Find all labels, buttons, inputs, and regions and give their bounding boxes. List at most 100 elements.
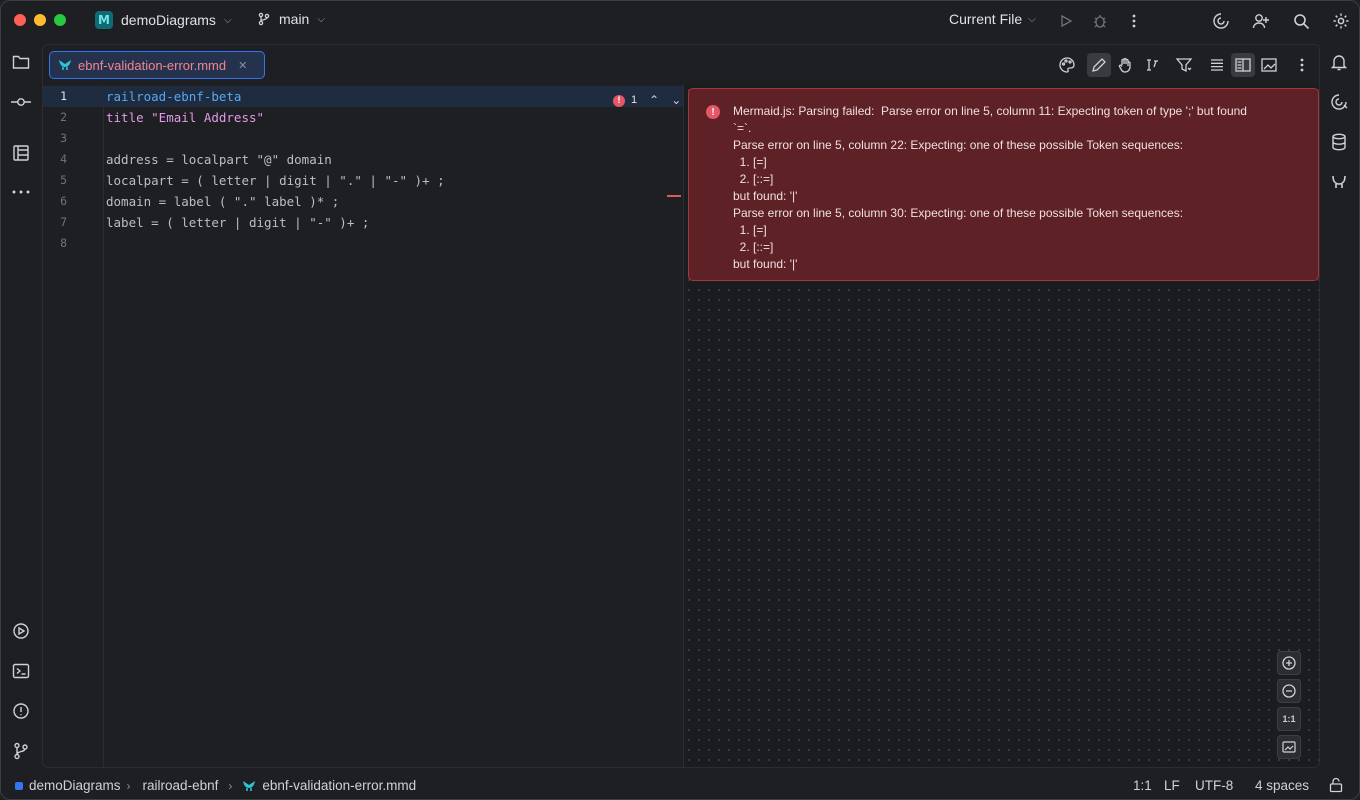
ide-window: M demoDiagrams ⌵ main ⌵ Current File ⌵ e…	[0, 0, 1360, 800]
tab-ebnf-validation-error[interactable]: ebnf-validation-error.mmd ✕	[49, 51, 265, 79]
fit-screen-icon	[1282, 741, 1296, 753]
breadcrumb-folder[interactable]: railroad-ebnf	[143, 778, 219, 793]
error-line: Parse error on line 5, column 30: Expect…	[733, 206, 1184, 220]
left-tool-strip	[1, 41, 41, 771]
debug-icon[interactable]	[1088, 9, 1112, 33]
project-selector[interactable]: M demoDiagrams ⌵	[95, 11, 232, 29]
project-module-icon	[15, 781, 23, 790]
title-bar: M demoDiagrams ⌵ main ⌵ Current File ⌵	[1, 1, 1359, 41]
more-actions-icon[interactable]	[1122, 9, 1146, 33]
run-panel-icon[interactable]	[9, 619, 33, 643]
code-line[interactable]: 5 localpart = ( letter | digit | "." | "…	[43, 170, 683, 191]
code-line[interactable]: 1 railroad-ebnf-beta ! 1 ⌃ ⌄	[43, 86, 683, 107]
project-logo-icon: M	[95, 11, 113, 29]
line-number: 4	[60, 152, 67, 166]
line-text: address = localpart "@" domain	[106, 152, 332, 167]
error-line: 1. [=]	[733, 155, 767, 169]
line-number: 3	[60, 131, 67, 145]
tab-label: ebnf-validation-error.mmd	[78, 57, 227, 73]
project-folder-icon[interactable]	[9, 50, 33, 74]
editor-panel: ebnf-validation-error.mmd ✕ 1 railroad-e…	[42, 44, 1320, 768]
error-line: 2. [::=]	[733, 172, 774, 186]
problems-icon[interactable]	[9, 699, 33, 723]
line-number: 8	[60, 236, 67, 250]
code-line[interactable]: 4 address = localpart "@" domain	[43, 149, 683, 170]
mermaid-file-icon	[59, 60, 71, 70]
error-line: Mermaid.js: Parsing failed: Parse error …	[733, 104, 1247, 118]
line-number: 1	[60, 89, 67, 103]
run-icon[interactable]	[1054, 9, 1078, 33]
structure-icon[interactable]	[9, 141, 33, 165]
database-icon[interactable]	[1327, 130, 1351, 154]
mermaid-icon[interactable]	[1327, 170, 1351, 194]
breadcrumb-project[interactable]: demoDiagrams	[29, 778, 121, 793]
line-text: title "Email Address"	[106, 110, 265, 125]
preview-only-icon[interactable]	[1257, 53, 1281, 77]
ai-assistant-icon[interactable]	[1209, 9, 1233, 33]
breadcrumb-separator-icon: ›	[126, 778, 131, 793]
add-user-icon[interactable]	[1249, 9, 1273, 33]
line-text: domain = label ( "." label )* ;	[106, 194, 340, 209]
maximize-window-button[interactable]	[54, 14, 66, 26]
right-tool-strip	[1319, 41, 1359, 771]
file-encoding[interactable]: UTF-8	[1195, 778, 1233, 793]
settings-gear-icon[interactable]	[1329, 9, 1353, 33]
zoom-in-button[interactable]	[1277, 651, 1301, 675]
code-line[interactable]: 6 domain = label ( "." label )* ;	[43, 191, 683, 212]
pan-hand-icon[interactable]	[1113, 53, 1137, 77]
cursor-position[interactable]: 1:1	[1133, 778, 1152, 793]
indent-setting[interactable]: 4 spaces	[1255, 778, 1309, 793]
line-number: 5	[60, 173, 67, 187]
split-view-icon[interactable]	[1231, 53, 1255, 77]
line-text: localpart = ( letter | digit | "." | "-"…	[106, 173, 445, 188]
window-controls	[14, 14, 66, 26]
code-line[interactable]: 2 title "Email Address"	[43, 107, 683, 128]
actual-size-label: 1:1	[1282, 714, 1296, 724]
branch-name: main	[279, 11, 310, 27]
git-icon[interactable]	[9, 739, 33, 763]
error-line: 1. [=]	[733, 223, 767, 237]
status-bar: demoDiagrams › railroad-ebnf › ebnf-vali…	[1, 771, 1359, 799]
code-line[interactable]: 3	[43, 128, 683, 149]
editor-tab-bar: ebnf-validation-error.mmd ✕	[43, 45, 1319, 85]
error-icon: !	[706, 105, 720, 119]
project-name: demoDiagrams	[121, 12, 216, 28]
code-line[interactable]: 7 label = ( letter | digit | "-" )+ ;	[43, 212, 683, 233]
error-line: `=`.	[733, 121, 752, 135]
run-config-label: Current File	[949, 11, 1023, 27]
zoom-out-button[interactable]	[1277, 679, 1301, 703]
line-number: 2	[60, 110, 67, 124]
line-number: 6	[60, 194, 67, 208]
close-tab-icon[interactable]: ✕	[238, 59, 247, 72]
close-window-button[interactable]	[14, 14, 26, 26]
error-stripe-marker[interactable]	[667, 195, 681, 197]
theme-palette-icon[interactable]	[1055, 53, 1079, 77]
error-line: 2. [::=]	[733, 240, 774, 254]
error-icon: !	[613, 94, 625, 107]
ai-sparkle-icon[interactable]	[1172, 53, 1196, 77]
search-icon[interactable]	[1289, 9, 1313, 33]
minimize-window-button[interactable]	[34, 14, 46, 26]
run-config-selector[interactable]: Current File ⌵	[949, 11, 1036, 27]
editor-more-icon[interactable]	[1290, 53, 1314, 77]
fit-to-screen-button[interactable]	[1277, 735, 1301, 759]
mermaid-file-icon	[243, 780, 256, 791]
breadcrumb-file[interactable]: ebnf-validation-error.mmd	[262, 778, 416, 793]
branch-selector[interactable]: main ⌵	[257, 11, 325, 27]
lock-icon[interactable]	[1329, 777, 1343, 796]
more-tools-icon[interactable]	[9, 180, 33, 204]
line-separator[interactable]: LF	[1164, 778, 1180, 793]
notifications-bell-icon[interactable]	[1327, 50, 1351, 74]
actual-size-button[interactable]: 1:1	[1277, 707, 1301, 731]
text-cursor-icon[interactable]	[1140, 53, 1164, 77]
code-line[interactable]: 8	[43, 233, 683, 254]
code-editor[interactable]: 1 railroad-ebnf-beta ! 1 ⌃ ⌄ 2 title "Em…	[43, 85, 683, 767]
breadcrumb-separator-icon: ›	[228, 778, 233, 793]
breadcrumb: demoDiagrams › railroad-ebnf › ebnf-vali…	[15, 778, 416, 793]
commit-icon[interactable]	[9, 90, 33, 114]
edit-pencil-icon[interactable]	[1087, 53, 1111, 77]
ai-chat-icon[interactable]	[1327, 90, 1351, 114]
editor-only-icon[interactable]	[1205, 53, 1229, 77]
terminal-icon[interactable]	[9, 659, 33, 683]
diagram-preview[interactable]: ! Mermaid.js: Parsing failed: Parse erro…	[683, 85, 1319, 767]
